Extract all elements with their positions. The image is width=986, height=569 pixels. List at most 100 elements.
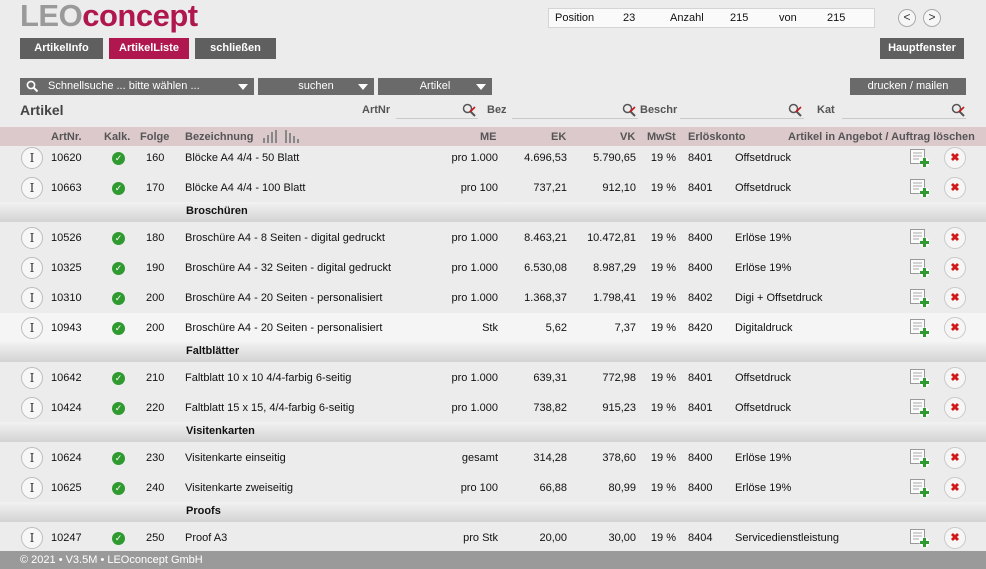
info-button[interactable]: I [21, 397, 43, 419]
tab-schliessen[interactable]: schließen [195, 38, 276, 59]
cell-me: gesamt [461, 452, 498, 464]
add-to-offer-icon[interactable] [910, 289, 930, 308]
cell-artnr: 10620 [51, 152, 82, 164]
cell-ek: 8.463,21 [524, 232, 567, 244]
cell-erloeskonto: 8400 [688, 232, 713, 244]
filter-beschr-label: Beschr [640, 104, 678, 116]
add-to-offer-icon[interactable] [910, 259, 930, 278]
delete-button[interactable]: ✖ [944, 527, 966, 549]
table-row[interactable]: I 10526 ✓ 180 Broschüre A4 - 8 Seiten - digi… [0, 223, 986, 253]
col-bezeichnung[interactable]: Bezeichnung [185, 131, 253, 143]
delete-button[interactable]: ✖ [944, 367, 966, 389]
clear-search-icon[interactable] [622, 103, 636, 117]
cell-ek: 639,31 [533, 372, 567, 384]
artikel-dropdown[interactable]: Artikel [378, 78, 492, 95]
delete-button[interactable]: ✖ [944, 177, 966, 199]
clear-search-icon[interactable] [462, 103, 476, 117]
delete-button[interactable]: ✖ [944, 287, 966, 309]
cell-erloeskonto-name: Digitaldruck [735, 322, 793, 334]
col-mwst[interactable]: MwSt [647, 131, 676, 143]
cell-erloeskonto: 8400 [688, 482, 713, 494]
table-row[interactable]: I 10624 ✓ 230 Visitenkarte einseitig gesamt 31… [0, 443, 986, 473]
info-button[interactable]: I [21, 317, 43, 339]
col-artnr[interactable]: ArtNr. [51, 131, 82, 143]
delete-button[interactable]: ✖ [944, 227, 966, 249]
cell-ek: 1.368,37 [524, 292, 567, 304]
tab-artikelinfo[interactable]: ArtikelInfo [20, 38, 103, 59]
delete-button[interactable]: ✖ [944, 397, 966, 419]
table-row[interactable]: I 10325 ✓ 190 Broschüre A4 - 32 Seiten - dig… [0, 253, 986, 283]
delete-button[interactable]: ✖ [944, 477, 966, 499]
cell-ek: 20,00 [539, 532, 567, 544]
filter-bez-input[interactable] [512, 101, 638, 119]
cell-me: pro 1.000 [451, 232, 498, 244]
info-button[interactable]: I [21, 257, 43, 279]
hauptfenster-button[interactable]: Hauptfenster [880, 38, 964, 59]
table-row[interactable]: I 10424 ✓ 220 Faltblatt 15 x 15, 4/4-farbig … [0, 393, 986, 423]
next-record-button[interactable]: > [923, 9, 941, 27]
table-row[interactable]: I 10663 ✓ 170 Blöcke A4 4/4 - 100 Blatt pro 1… [0, 173, 986, 203]
col-kalk[interactable]: Kalk. [104, 131, 130, 143]
clear-search-icon[interactable] [788, 103, 802, 117]
cell-vk: 912,10 [602, 182, 636, 194]
print-mail-button[interactable]: drucken / mailen [850, 78, 966, 95]
cell-me: pro 1.000 [451, 402, 498, 414]
col-vk[interactable]: VK [620, 131, 635, 143]
logo-part-leo: LEO [20, 0, 83, 33]
add-to-offer-icon[interactable] [910, 149, 930, 168]
add-to-offer-icon[interactable] [910, 449, 930, 468]
delete-button[interactable]: ✖ [944, 147, 966, 169]
info-button[interactable]: I [21, 447, 43, 469]
suchen-dropdown[interactable]: suchen [258, 78, 374, 95]
cell-ek: 314,28 [533, 452, 567, 464]
checkmark-icon: ✓ [112, 452, 125, 465]
info-button[interactable]: I [21, 147, 43, 169]
col-folge[interactable]: Folge [140, 131, 169, 143]
cell-folge: 220 [146, 402, 165, 414]
info-button[interactable]: I [21, 527, 43, 549]
info-button[interactable]: I [21, 367, 43, 389]
info-button[interactable]: I [21, 477, 43, 499]
add-to-offer-icon[interactable] [910, 179, 930, 198]
add-to-offer-icon[interactable] [910, 229, 930, 248]
delete-button[interactable]: ✖ [944, 447, 966, 469]
tab-artikelliste[interactable]: ArtikelListe [109, 38, 189, 59]
cell-vk: 772,98 [602, 372, 636, 384]
cell-mwst: 19 % [650, 482, 676, 494]
info-button[interactable]: I [21, 287, 43, 309]
add-to-offer-icon[interactable] [910, 399, 930, 418]
anzahl-label: Anzahl [670, 12, 704, 24]
add-to-offer-icon[interactable] [910, 319, 930, 338]
filter-artnr-label: ArtNr [362, 104, 391, 116]
filter-beschr-input[interactable] [680, 101, 804, 119]
info-button[interactable]: I [21, 227, 43, 249]
delete-button[interactable]: ✖ [944, 257, 966, 279]
cell-mwst: 19 % [650, 232, 676, 244]
table-row[interactable]: I 10943 ✓ 200 Broschüre A4 - 20 Seiten - per… [0, 313, 986, 343]
cell-folge: 170 [146, 182, 165, 194]
table-row[interactable]: I 10620 ✓ 160 Blöcke A4 4/4 - 50 Blatt pro 1.… [0, 143, 986, 173]
filter-kat-input[interactable] [842, 101, 966, 119]
table-row[interactable]: I 10625 ✓ 240 Visitenkarte zweiseitig pro 100… [0, 473, 986, 503]
clear-search-icon[interactable] [951, 103, 965, 117]
prev-record-button[interactable]: < [898, 9, 916, 27]
checkmark-icon: ✓ [112, 322, 125, 335]
cell-erloeskonto-name: Offsetdruck [735, 152, 792, 164]
cell-erloeskonto: 8401 [688, 402, 713, 414]
col-me[interactable]: ME [480, 131, 497, 143]
quicksearch-dropdown[interactable]: Schnellsuche ... bitte wählen ... [20, 78, 254, 95]
col-erloeskonto[interactable]: Erlöskonto [688, 131, 745, 143]
table-row[interactable]: I 10642 ✓ 210 Faltblatt 10 x 10 4/4-farbig 6… [0, 363, 986, 393]
sort-icon[interactable] [263, 130, 301, 143]
add-to-offer-icon[interactable] [910, 479, 930, 498]
cell-me: pro 100 [460, 482, 498, 494]
position-value: 23 [623, 12, 636, 24]
delete-button[interactable]: ✖ [944, 317, 966, 339]
add-to-offer-icon[interactable] [910, 369, 930, 388]
info-button[interactable]: I [21, 177, 43, 199]
table-row[interactable]: I 10247 ✓ 250 Proof A3 pro Stk 20,00 30,00 19 % 8… [0, 523, 986, 553]
add-to-offer-icon[interactable] [910, 529, 930, 548]
table-row[interactable]: I 10310 ✓ 200 Broschüre A4 - 20 Seiten - per… [0, 283, 986, 313]
col-ek[interactable]: EK [551, 131, 566, 143]
group-label: Faltblätter [186, 345, 240, 357]
